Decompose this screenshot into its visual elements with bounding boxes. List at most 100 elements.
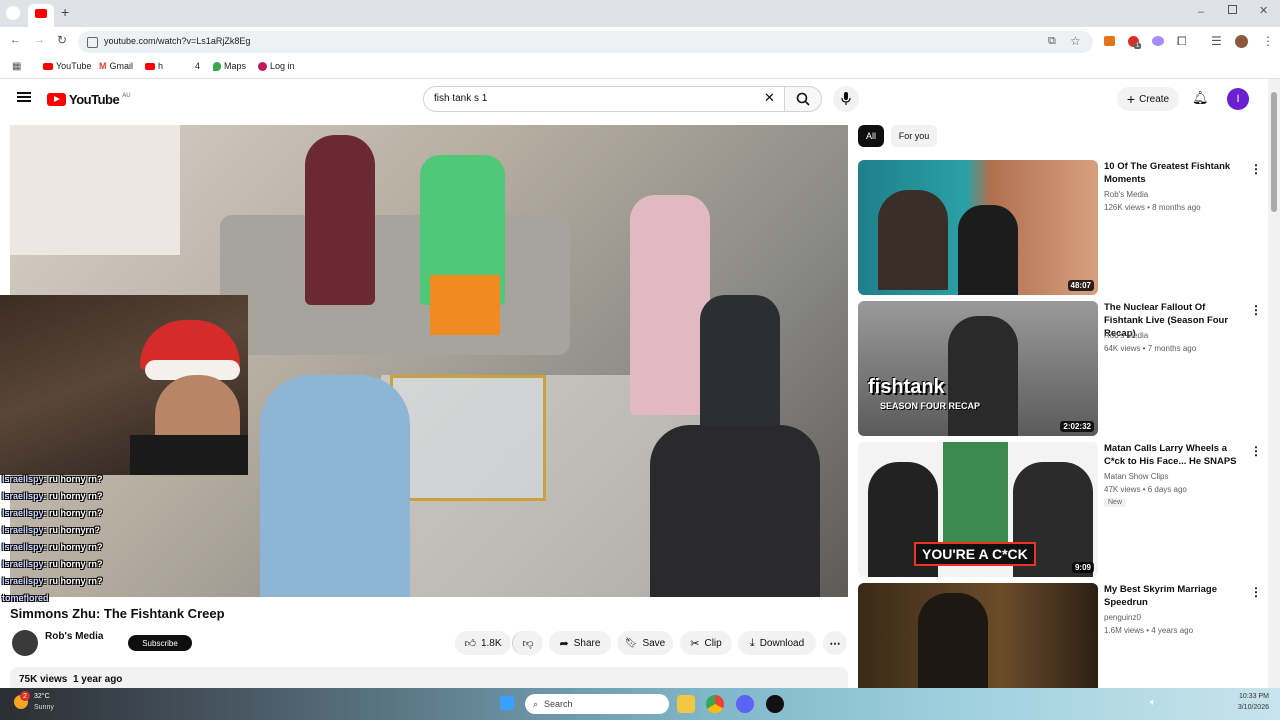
- youtube-favicon-icon: [35, 9, 47, 18]
- bookmark-label: Gmail: [109, 61, 134, 71]
- download-button[interactable]: ⤓ Download: [738, 631, 816, 655]
- more-vertical-icon[interactable]: ⋮: [1250, 303, 1262, 317]
- thumbs-up-icon: 👍︎: [464, 637, 476, 650]
- more-vertical-icon[interactable]: ⋮: [1250, 162, 1262, 176]
- metamask-extension-icon[interactable]: [1104, 36, 1115, 46]
- recommended-channel[interactable]: Matan Show Clips: [1104, 472, 1168, 481]
- video-thumbnail[interactable]: fishtank SEASON FOUR RECAP 2:02:32: [858, 301, 1098, 436]
- recommended-video[interactable]: 48:07 10 Of The Greatest Fishtank Moment…: [858, 160, 1262, 295]
- notifications-bell-icon[interactable]: 🔔︎: [1192, 90, 1209, 106]
- steam-icon[interactable]: [766, 695, 784, 713]
- clock-time[interactable]: 10:33 PM: [1225, 693, 1269, 700]
- share-button[interactable]: ➦ Share: [549, 631, 611, 655]
- recommended-title[interactable]: My Best Skyrim Marriage Speedrun: [1104, 583, 1244, 609]
- chip-for-you[interactable]: For you: [891, 125, 937, 147]
- bookmark-login[interactable]: Log in: [258, 61, 295, 71]
- clip-label: Clip: [704, 637, 722, 649]
- scrollbar-thumb[interactable]: [1271, 92, 1277, 212]
- extension-cloud-icon[interactable]: [1152, 36, 1164, 46]
- plus-icon: +: [1126, 91, 1136, 107]
- weather-desc[interactable]: Sunny: [34, 704, 54, 711]
- more-vertical-icon[interactable]: ⋮: [1250, 444, 1262, 458]
- recommended-channel[interactable]: Rob's Media: [1104, 331, 1148, 340]
- chat-line: IsraelIspy: ru horny rn?: [2, 508, 103, 518]
- discord-icon[interactable]: [736, 695, 754, 713]
- profile-avatar-icon[interactable]: [1235, 35, 1248, 48]
- recommended-video[interactable]: My Best Skyrim Marriage Speedrun penguin…: [858, 583, 1262, 688]
- recommended-video[interactable]: fishtank SEASON FOUR RECAP 2:02:32 The N…: [858, 301, 1262, 436]
- search-button[interactable]: [784, 86, 822, 112]
- voice-search-button[interactable]: [833, 86, 859, 112]
- channel-avatar[interactable]: [12, 630, 38, 656]
- windows-start-icon[interactable]: [500, 696, 514, 710]
- subscribe-button[interactable]: Subscribe: [128, 635, 192, 651]
- bookmark-4[interactable]: 4: [195, 61, 200, 71]
- bookmark-youtube[interactable]: YouTube: [43, 61, 91, 71]
- streamer-webcam-overlay: [0, 295, 248, 475]
- bookmark-h[interactable]: h: [145, 61, 163, 71]
- download-icon: ⤓: [749, 636, 755, 649]
- more-vertical-icon[interactable]: ⋮: [1250, 585, 1262, 599]
- chrome-icon[interactable]: [706, 695, 724, 713]
- search-query-text[interactable]: fish tank s 1: [434, 93, 487, 104]
- clip-button[interactable]: ✂ Clip: [680, 631, 732, 655]
- reload-icon[interactable]: ↻: [57, 33, 67, 47]
- address-text[interactable]: youtube.com/watch?v=Ls1aRjZk8Eg: [104, 36, 250, 46]
- minimize-icon[interactable]: –: [1198, 6, 1204, 18]
- search-input[interactable]: fish tank s 1 ✕: [423, 86, 785, 112]
- save-button[interactable]: 🔖︎ Save: [617, 631, 673, 655]
- like-button[interactable]: 👍︎ 1.8K: [455, 631, 511, 655]
- bookmark-label: 4: [195, 61, 201, 71]
- recommended-channel[interactable]: penguinz0: [1104, 613, 1141, 622]
- recommended-channel[interactable]: Rob's Media: [1104, 190, 1148, 199]
- person-blue-shirt: [260, 375, 410, 597]
- upload-age: 1 year ago: [72, 674, 123, 685]
- account-avatar[interactable]: I: [1227, 88, 1249, 110]
- browser-tab-strip: + – ✕: [0, 0, 1280, 27]
- more-actions-button[interactable]: ⋯: [823, 631, 847, 655]
- new-tab-icon[interactable]: +: [61, 4, 69, 20]
- chip-all[interactable]: All: [858, 125, 884, 147]
- address-bar[interactable]: youtube.com/watch?v=Ls1aRjZk8Eg ⧉ ☆: [78, 31, 1093, 53]
- dislike-button[interactable]: 👎︎: [512, 631, 543, 655]
- extensions-puzzle-icon[interactable]: ⧠: [1177, 34, 1187, 49]
- extension-badge: 1: [1134, 43, 1142, 49]
- youtube-play-icon: [47, 93, 66, 106]
- taskbar-search[interactable]: ⌕ Search: [525, 694, 669, 714]
- youtube-logo[interactable]: YouTube AU: [47, 92, 131, 107]
- volume-icon[interactable]: 🔈︎: [1150, 697, 1156, 708]
- reading-list-icon[interactable]: ☰: [1211, 34, 1222, 48]
- back-icon[interactable]: ←: [10, 34, 21, 46]
- bookmark-label: h: [158, 61, 164, 71]
- clear-search-icon[interactable]: ✕: [764, 90, 775, 106]
- tab-youtube[interactable]: [28, 4, 54, 27]
- video-thumbnail[interactable]: 48:07: [858, 160, 1098, 295]
- site-info-icon[interactable]: [87, 37, 98, 48]
- forward-icon[interactable]: →: [34, 34, 45, 46]
- apps-grid-icon[interactable]: ▦: [12, 61, 21, 72]
- recommended-title[interactable]: 10 Of The Greatest Fishtank Moments: [1104, 160, 1244, 186]
- close-window-icon[interactable]: ✕: [1259, 4, 1268, 17]
- bookmark-maps[interactable]: Maps: [213, 61, 246, 71]
- video-duration: 9:09: [1071, 562, 1094, 573]
- browser-menu-icon[interactable]: ⋮: [1262, 34, 1274, 48]
- create-button[interactable]: + Create: [1117, 87, 1179, 111]
- install-icon[interactable]: ⧉: [1048, 35, 1056, 48]
- file-explorer-icon[interactable]: [677, 695, 695, 713]
- hamburger-menu-icon[interactable]: [17, 92, 31, 102]
- maximize-icon[interactable]: [1228, 5, 1237, 14]
- thumb-figure: [918, 593, 988, 688]
- bookmark-gmail[interactable]: M Gmail: [99, 61, 133, 71]
- clock-date[interactable]: 3/10/2026: [1225, 704, 1269, 711]
- tab-search-button[interactable]: [6, 6, 20, 20]
- bookmark-star-icon[interactable]: ☆: [1070, 34, 1081, 48]
- video-thumbnail[interactable]: [858, 583, 1098, 688]
- recommended-video[interactable]: YOU'RE A C*CK 9:09 Matan Calls Larry Whe…: [858, 442, 1262, 577]
- search-icon: [796, 92, 810, 106]
- weather-temp[interactable]: 32°C: [34, 693, 50, 700]
- recommended-title[interactable]: Matan Calls Larry Wheels a C*ck to His F…: [1104, 442, 1244, 468]
- video-thumbnail[interactable]: YOU'RE A C*CK 9:09: [858, 442, 1098, 577]
- video-duration: 2:02:32: [1060, 421, 1094, 432]
- thumb-caption-text: YOU'RE A C*CK: [914, 542, 1036, 566]
- channel-name[interactable]: Rob's Media: [45, 631, 104, 642]
